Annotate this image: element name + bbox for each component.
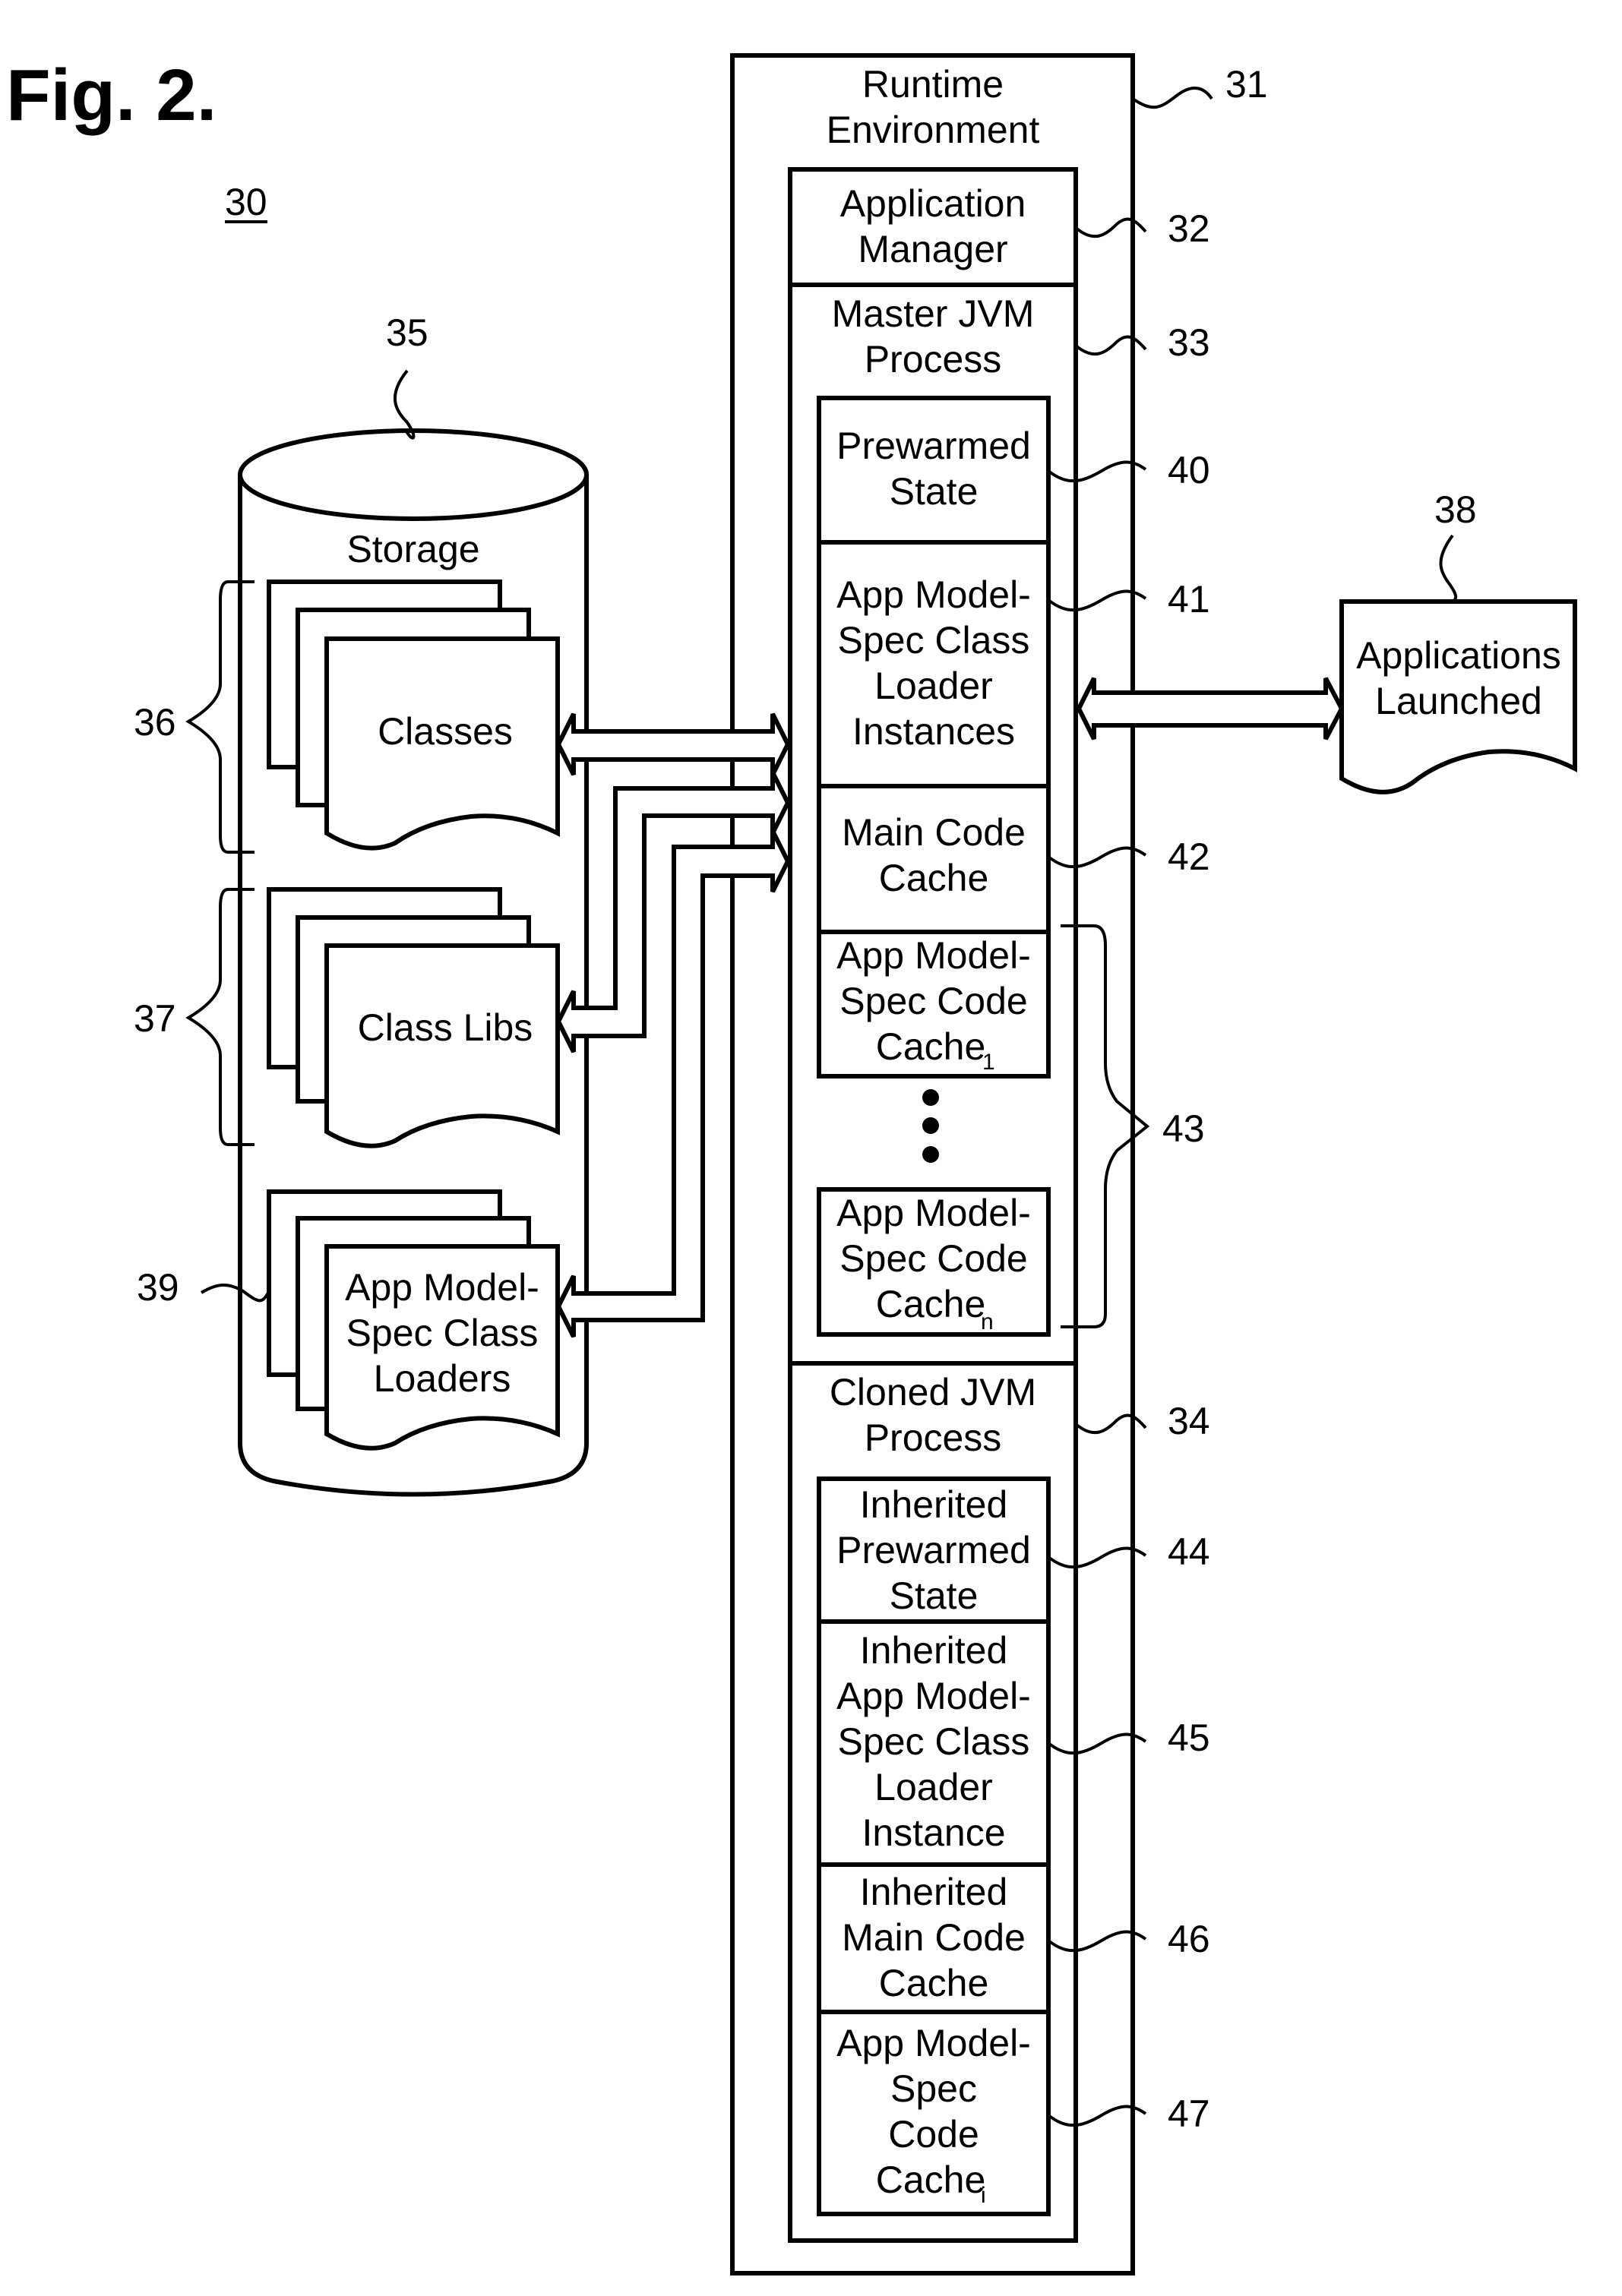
storage-label: Storage: [346, 528, 479, 570]
code-cache-group-ref: 43: [1162, 1107, 1205, 1150]
class-loader-instances-line-3: Loader: [874, 665, 993, 707]
cloned-jvm-line-1: Cloned JVM: [830, 1371, 1036, 1413]
class-loaders-label-line-3: Loaders: [374, 1357, 511, 1400]
inherited-prewarmed-state-line-2: Prewarmed: [836, 1529, 1031, 1571]
inherited-main-code-cache-line-3: Cache: [879, 1962, 989, 2004]
inherited-class-loader-instance-ref: 45: [1168, 1716, 1210, 1759]
class-loader-instances-line-1: App Model-: [836, 573, 1031, 616]
storage-leader: [394, 369, 416, 440]
ellipsis-dot: [922, 1117, 939, 1134]
runtime-leader: [1131, 87, 1213, 109]
prewarmed-state-line-2: State: [890, 470, 979, 513]
storage-ref: 35: [386, 311, 428, 354]
prewarmed-state-line-1: Prewarmed: [836, 425, 1031, 467]
code-cache-1-line-1: App Model-: [836, 934, 1031, 977]
code-cache-n-line-1: App Model-: [836, 1192, 1031, 1234]
code-cache-i-line-3: Code: [888, 2113, 979, 2155]
application-manager-line-2: Manager: [858, 228, 1007, 270]
cloned-jvm-ref: 34: [1168, 1400, 1210, 1442]
figure-reference: 30: [225, 181, 267, 223]
ellipsis-dot: [922, 1089, 939, 1106]
class-loaders-ref: 39: [137, 1266, 179, 1309]
code-cache-1-subscript: 1: [982, 1050, 995, 1075]
code-cache-n-line-2: Spec Code: [839, 1237, 1027, 1280]
classes-label: Classes: [378, 710, 513, 753]
ellipsis-vertical-dots: [922, 1089, 939, 1163]
class-libs-label: Class Libs: [358, 1006, 533, 1049]
inherited-class-loader-instance-line-1: Inherited: [860, 1629, 1008, 1672]
application-manager-line-1: Application: [840, 182, 1026, 225]
inherited-class-loader-instance-line-3: Spec Class: [838, 1720, 1030, 1763]
application-manager-ref: 32: [1168, 207, 1210, 250]
prewarmed-state-ref: 40: [1168, 449, 1210, 491]
master-jvm-ref: 33: [1168, 321, 1210, 364]
class-loader-instances-line-2: Spec Class: [838, 619, 1030, 662]
master-jvm-line-2: Process: [865, 338, 1002, 381]
code-cache-n-line-3: Cache: [876, 1283, 986, 1325]
runtime-label-line-2: Environment: [827, 109, 1040, 151]
code-cache-i-ref: 47: [1168, 2092, 1210, 2135]
applications-launched-line-2: Launched: [1375, 680, 1542, 722]
runtime-ref: 31: [1225, 63, 1268, 106]
storage-cylinder-top: [238, 428, 589, 521]
inherited-prewarmed-state-line-3: State: [890, 1574, 979, 1617]
inherited-main-code-cache-line-1: Inherited: [860, 1871, 1008, 1913]
classes-ref: 36: [134, 701, 176, 744]
inherited-class-loader-instance-line-4: Loader: [874, 1766, 993, 1808]
applications-launched-ref: 38: [1434, 488, 1477, 531]
runtime-label-line-1: Runtime: [862, 63, 1004, 106]
inherited-main-code-cache-ref: 46: [1168, 1918, 1210, 1960]
main-code-cache-line-1: Main Code: [842, 811, 1026, 854]
class-libs-ref: 37: [134, 997, 176, 1040]
inherited-prewarmed-state-ref: 44: [1168, 1530, 1210, 1573]
class-loader-instances-line-4: Instances: [852, 710, 1015, 753]
cloned-jvm-line-2: Process: [865, 1416, 1002, 1459]
class-loaders-label-line-2: Spec Class: [346, 1312, 539, 1354]
ellipsis-dot: [922, 1146, 939, 1163]
code-cache-n-subscript: n: [981, 1309, 994, 1334]
code-cache-i-line-1: App Model-: [836, 2022, 1031, 2064]
code-cache-1-line-3: Cache: [876, 1025, 986, 1068]
inherited-class-loader-instance-line-5: Instance: [862, 1811, 1005, 1854]
applications-launched-line-1: Applications: [1356, 634, 1561, 677]
code-cache-i-line-2: Spec: [890, 2067, 977, 2110]
main-code-cache-ref: 42: [1168, 835, 1210, 878]
applications-launched-leader: [1439, 534, 1458, 603]
inherited-prewarmed-state-line-1: Inherited: [860, 1483, 1008, 1526]
inherited-main-code-cache-line-2: Main Code: [842, 1916, 1026, 1959]
code-cache-i-subscript: i: [981, 2183, 986, 2208]
main-code-cache-line-2: Cache: [879, 857, 989, 899]
figure-canvas: Fig. 2. 30 Storage 35 Classes 36 Class L…: [6, 53, 1577, 2275]
code-cache-1-line-2: Spec Code: [839, 980, 1027, 1022]
class-loader-instances-ref: 41: [1168, 578, 1210, 621]
code-cache-i-line-4: Cache: [876, 2159, 986, 2201]
class-loaders-label-line-1: App Model-: [345, 1266, 539, 1309]
inherited-class-loader-instance-line-2: App Model-: [836, 1675, 1031, 1717]
master-jvm-line-1: Master JVM: [832, 292, 1035, 335]
figure-title: Fig. 2.: [6, 55, 217, 136]
